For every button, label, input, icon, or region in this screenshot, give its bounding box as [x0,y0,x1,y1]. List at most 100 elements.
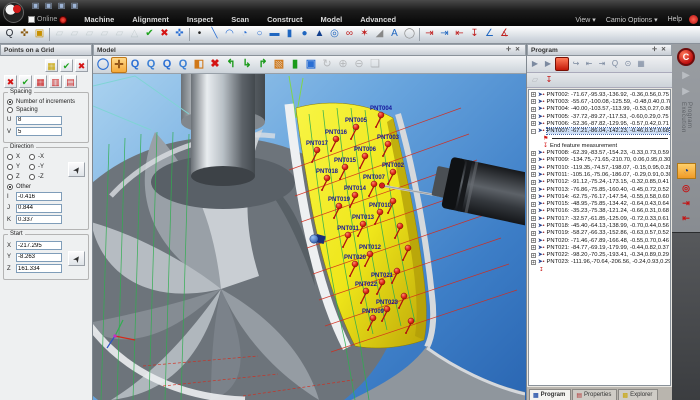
rotate-view-icon[interactable]: ◯ [95,57,111,73]
grid-edge-button[interactable]: ▥ [49,75,62,88]
spacing-radio-1[interactable]: Spacing [7,107,85,113]
preview-grid-button[interactable]: ▦ [45,59,58,72]
program-item[interactable]: +➤•PNT002: -71.67,-95.93,-136.92, -0.36,… [529,91,670,98]
iso-view-1-icon[interactable]: ↰ [223,57,239,73]
program-item[interactable]: +➤•PNT006: -52.36,-87.82,-129.95, -0.57,… [529,120,670,127]
expand-icon[interactable]: + [531,216,536,221]
find-icon[interactable]: Q [609,58,621,70]
spacing-input-v[interactable] [16,127,62,136]
program-item[interactable]: +➤•PNT021: -84.77,-69.19,-179.99, -0.44,… [529,244,670,251]
cone-feature-icon[interactable]: ▲ [312,27,327,42]
program-item[interactable]: +➤•PNT023: -111.96,-70.64,-206.56, -0.24… [529,259,670,266]
point-feature-icon[interactable]: • [192,27,207,42]
direction-input-i[interactable] [16,192,62,201]
goto-start-icon[interactable]: ⇤ [583,58,595,70]
step-icon[interactable]: ↪ [570,58,582,70]
gear-icon[interactable]: ✶ [357,27,372,42]
direction-radio-negy[interactable]: -Y [29,164,51,170]
right-menu-camio-options--[interactable]: Camio Options ▾ [601,16,663,24]
probe-mini-icon[interactable]: ↧ [543,74,555,86]
run-from-icon[interactable]: ▶ [542,58,554,70]
menu-tab-model[interactable]: Model [312,13,352,26]
continue-icon[interactable]: ▶ [678,85,694,99]
delete-grid-button[interactable]: ✖ [4,75,17,88]
program-item[interactable]: +➤•PNT004: -40.00,-103.57,-113.99, -0.53… [529,106,670,113]
plane-feature-icon[interactable]: ▬ [267,27,282,42]
save-icon[interactable]: ▦ [635,58,647,70]
radio-button[interactable] [7,174,13,180]
radio-button[interactable] [7,154,13,160]
edit-mode-icon[interactable]: ▱ [529,74,541,86]
expand-icon[interactable]: + [531,253,536,258]
pick-start-button[interactable]: ➤ [68,251,85,266]
arc-feature-icon[interactable]: ◠ [222,27,237,42]
print-icon[interactable]: ▣ [69,1,80,11]
model-viewport[interactable]: PNT004PNT005PNT016PNT003PNT017PNT006PNT0… [93,74,526,400]
direction-radio-x[interactable]: X [7,154,29,160]
expand-icon[interactable]: + [531,114,536,119]
program-child-probe[interactable]: ↧End feature measurement [529,142,670,149]
new-program-icon[interactable]: ▣ [30,1,41,11]
program-item[interactable]: +➤•PNT005: -37.72,-89.27,-117.53, -0.60,… [529,113,670,120]
expand-icon[interactable]: + [531,209,536,214]
move-to-icon[interactable]: ⇥ [437,27,452,42]
close-icon[interactable]: ✕ [513,45,522,56]
help-icon[interactable] [689,15,698,24]
direction-input-k[interactable] [16,215,62,224]
pattern-icon[interactable]: ∞ [342,27,357,42]
program-item[interactable]: +➤•PNT013: -76.86,-75.85,-160.40, -0.45,… [529,186,670,193]
menu-tab-advanced[interactable]: Advanced [351,13,405,26]
program-item[interactable]: +➤•PNT018: -45.40,-64.13,-138.99, -0.70,… [529,222,670,229]
move-point-icon[interactable]: ⇥ [422,27,437,42]
expand-icon[interactable]: + [531,180,536,185]
cube-view-icon[interactable]: ▣ [303,57,319,73]
spacing-radio-0[interactable]: Number of increments [7,99,85,105]
expand-icon[interactable]: − [531,129,536,134]
spacing-input-u[interactable] [16,116,62,125]
radio-button[interactable] [29,164,35,170]
program-item[interactable]: +➤•PNT008: -62.39,-83.57,-154.23, -0.33,… [529,149,670,156]
tab-properties[interactable]: ▤Properties [572,389,617,400]
direction-radio-y[interactable]: Y [7,164,29,170]
program-item[interactable]: +➤•PNT016: -35.23,-75.38,-121.24, -0.66,… [529,208,670,215]
accept-button[interactable]: ✔ [60,59,73,72]
tab-explorer[interactable]: ▩Explorer [618,389,658,400]
program-item[interactable]: +➤•PNT003: -55.67,-100.08,-125.59, -0.48… [529,98,670,105]
probe-teach-icon[interactable]: ✜ [172,27,187,42]
circle-feature-icon[interactable]: ○ [252,27,267,42]
probe-status-button[interactable]: ◔ [677,163,696,179]
right-menu-view--[interactable]: View ▾ [570,16,601,24]
program-item[interactable]: +➤•PNT022: -98.20,-70.25,-193.41, -0.34,… [529,252,670,259]
program-item[interactable]: +➤•PNT017: -32.57,-61.85,-125.09, -0.72,… [529,215,670,222]
graph-icon[interactable]: ∡ [497,27,512,42]
direction-radio-negx[interactable]: -X [29,154,51,160]
zoom-extents-icon[interactable]: Q [159,57,175,73]
program-item[interactable]: +➤•PNT020: -71.46,-67.89,-166.48, -0.55,… [529,237,670,244]
angle-icon[interactable]: ∠ [482,27,497,42]
skip-step-icon[interactable]: ▶ [678,69,694,83]
emergency-stop-button[interactable]: C [677,48,695,66]
right-menu-help[interactable]: Help [663,16,687,23]
probe-return-icon[interactable]: ⇤ [678,212,694,225]
watch-icon[interactable]: ⊙ [622,58,634,70]
program-item[interactable]: +➤•PNT011: -105.16,-75.06,-186.07, -0.29… [529,171,670,178]
expand-icon[interactable]: + [531,107,536,112]
online-toggle[interactable]: Online [28,16,67,24]
online-checkbox[interactable] [28,16,35,23]
start-input-y[interactable] [16,253,62,262]
reject-icon[interactable]: ✖ [157,27,172,42]
sphere-feature-icon[interactable]: ● [297,27,312,42]
slope-icon[interactable]: ◢ [372,27,387,42]
cylinder-view-icon[interactable]: ▮ [287,57,303,73]
direction-radio-z[interactable]: Z [7,174,29,180]
grid-corner-button[interactable]: ▤ [64,75,77,88]
expand-icon[interactable]: + [531,158,536,163]
expand-icon[interactable]: + [531,151,536,156]
view-cube-icon[interactable]: ◧ [191,57,207,73]
pan-icon[interactable]: ✛ [111,57,127,73]
goto-current-icon[interactable]: ⇥ [596,58,608,70]
expand-icon[interactable]: + [531,187,536,192]
other-radio-button[interactable] [7,184,13,190]
cancel-button[interactable]: ✖ [75,59,88,72]
direction-radio-negz[interactable]: -Z [29,174,51,180]
